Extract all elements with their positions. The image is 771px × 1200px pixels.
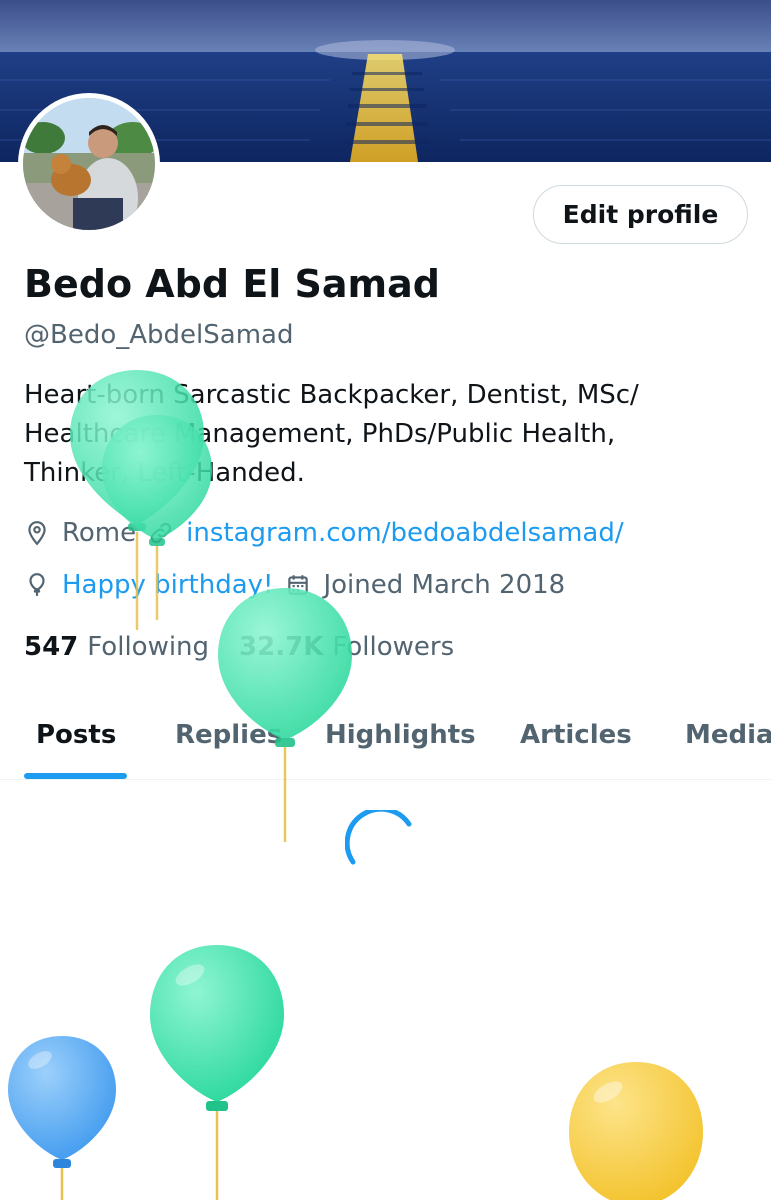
- profile-tabs: Posts Replies Highlights Articles Media: [0, 700, 771, 780]
- birthday-link[interactable]: Happy birthday!: [62, 570, 273, 600]
- loading-spinner-icon: [344, 806, 415, 880]
- location-pin-icon: [24, 520, 50, 546]
- followers-count[interactable]: 32.7K: [239, 632, 323, 662]
- joined-date: Joined March 2018: [323, 570, 566, 600]
- calendar-icon: [285, 572, 311, 598]
- website-item[interactable]: instagram.com/bedoabdelsamad/: [148, 518, 624, 548]
- edit-profile-button[interactable]: Edit profile: [533, 185, 748, 244]
- avatar[interactable]: [18, 93, 160, 235]
- tab-media[interactable]: Media: [685, 720, 771, 750]
- tab-replies[interactable]: Replies: [175, 720, 282, 750]
- balloon-green-4: [150, 945, 284, 1200]
- link-icon: [148, 520, 174, 546]
- birthday-item[interactable]: Happy birthday!: [24, 570, 273, 600]
- tab-highlights[interactable]: Highlights: [325, 720, 476, 750]
- balloon-yellow-1: [569, 1062, 703, 1200]
- tab-posts[interactable]: Posts: [36, 720, 116, 750]
- bio: Heart-born Sarcastic Backpacker, Dentist…: [24, 380, 639, 488]
- profile-meta-row-1: Rome instagram.com/bedoabdelsamad/: [24, 518, 636, 548]
- follow-stats: 547 Following 32.7K Followers: [24, 632, 484, 662]
- profile-meta-row-2: Happy birthday! Joined March 2018: [24, 570, 577, 600]
- location-text: Rome: [62, 518, 137, 548]
- location-item: Rome: [24, 518, 136, 548]
- user-handle: @Bedo_AbdelSamad: [24, 320, 294, 350]
- tab-articles[interactable]: Articles: [520, 720, 632, 750]
- following-label[interactable]: Following: [87, 632, 209, 662]
- followers-label[interactable]: Followers: [332, 632, 454, 662]
- display-name: Bedo Abd El Samad: [24, 262, 440, 306]
- joined-item: Joined March 2018: [285, 570, 565, 600]
- balloon-icon: [24, 572, 50, 598]
- balloon-blue-1: [8, 1036, 116, 1200]
- website-link[interactable]: instagram.com/bedoabdelsamad/: [186, 518, 623, 548]
- active-tab-indicator: [24, 773, 127, 779]
- following-count[interactable]: 547: [24, 632, 78, 662]
